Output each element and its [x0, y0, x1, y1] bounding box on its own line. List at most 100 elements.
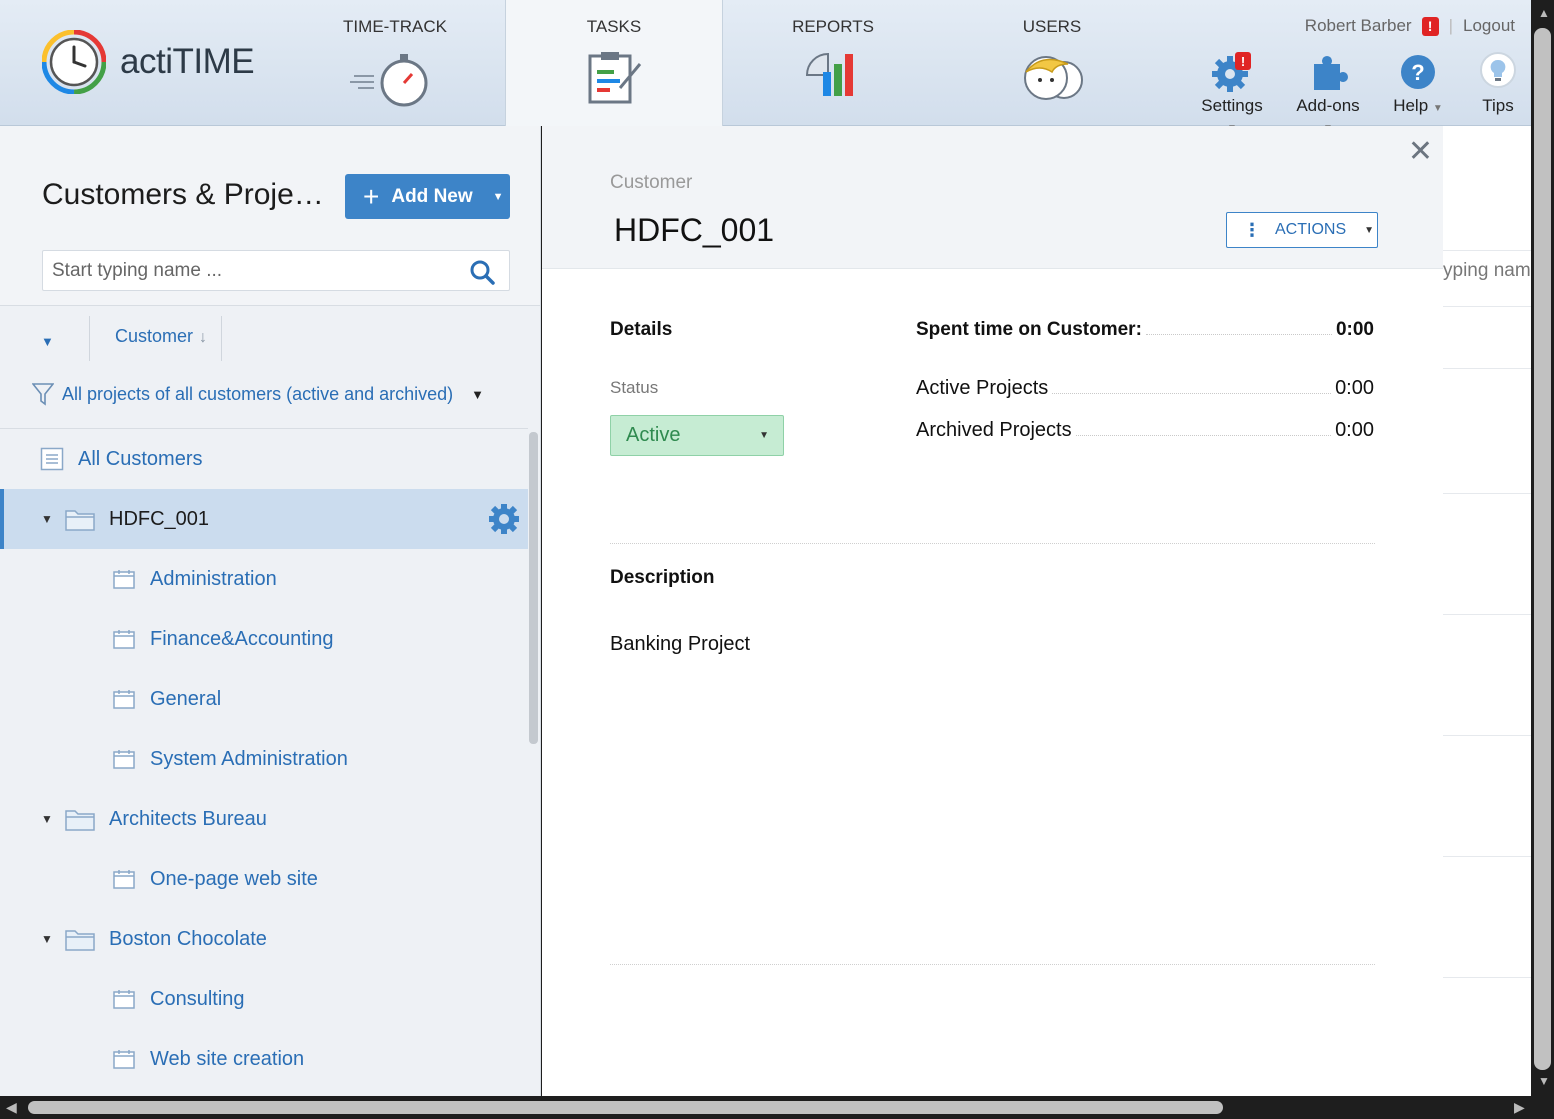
scroll-left-icon[interactable]: ◀	[6, 1099, 17, 1116]
chevron-down-icon: ▼	[1364, 224, 1375, 236]
filter-icon	[32, 383, 54, 406]
project-icon	[113, 990, 135, 1009]
collapse-caret-icon[interactable]: ▼	[41, 812, 53, 826]
tree-scrollbar[interactable]	[529, 432, 538, 744]
tree-item-all-customers[interactable]: All Customers	[0, 429, 528, 489]
spent-time-value: 0:00	[1335, 319, 1374, 340]
archived-projects-label: Archived Projects	[916, 419, 1072, 441]
tree-project-label: Consulting	[150, 987, 245, 1010]
settings-menu[interactable]: ! Settings ▼	[1195, 52, 1269, 136]
actions-button[interactable]: ⋮ ACTIONS ▼	[1226, 212, 1378, 248]
description-text[interactable]: Banking Project	[610, 633, 750, 656]
status-select[interactable]: Active ▼	[610, 415, 784, 456]
actions-label: ACTIONS	[1275, 221, 1347, 238]
chevron-down-icon[interactable]: ▼	[493, 191, 504, 203]
tree-project-label: System Administration	[150, 747, 348, 770]
tree-project-row[interactable]: Finance&Accounting	[0, 609, 528, 669]
horizontal-scroll-thumb[interactable]	[28, 1101, 1223, 1114]
tree-project-row[interactable]: Administration	[0, 549, 528, 609]
tips-button[interactable]: Tips	[1476, 52, 1520, 116]
gear-icon[interactable]	[488, 503, 520, 535]
background-list: yping nam	[1443, 126, 1531, 1096]
active-projects-label: Active Projects	[916, 377, 1049, 399]
tree-project-row[interactable]: System Administration	[0, 729, 528, 789]
dotted-leader	[1145, 334, 1332, 335]
tree-customer-row[interactable]: ▼ Architects Bureau	[0, 789, 528, 849]
customer-name[interactable]: HDFC_001	[614, 212, 774, 249]
stopwatch-icon	[350, 54, 428, 107]
folder-icon	[65, 510, 95, 531]
folder-icon	[65, 810, 95, 831]
collapse-caret-icon[interactable]: ▼	[41, 932, 53, 946]
user-name[interactable]: Robert Barber	[1305, 16, 1412, 36]
dotted-leader	[1075, 435, 1332, 436]
horizontal-scrollbar[interactable]: ◀ ▶	[0, 1096, 1554, 1119]
tree-customer-label: HDFC_001	[109, 507, 210, 530]
status-label: Status	[610, 378, 659, 397]
project-icon	[113, 1050, 135, 1069]
divider	[1443, 614, 1531, 615]
filter-selector[interactable]: All projects of all customers (active an…	[32, 382, 484, 406]
tab-reports[interactable]: REPORTS	[724, 0, 942, 126]
details-heading: Details	[610, 319, 673, 340]
divider	[1443, 368, 1531, 369]
tree-project-row[interactable]: Consulting	[0, 969, 528, 1029]
divider	[1443, 250, 1531, 251]
divider	[1443, 856, 1531, 857]
active-projects-row: Active Projects 0:00	[916, 377, 1374, 400]
search-input[interactable]: Start typing name ...	[42, 250, 510, 291]
tab-reports-label: REPORTS	[792, 17, 874, 36]
tab-time-track-label: TIME-TRACK	[343, 17, 447, 36]
customers-projects-panel: Customers & Proje… + Add New ▼ Start typ…	[0, 126, 541, 1096]
settings-label: Settings	[1201, 96, 1263, 115]
collapse-caret-icon[interactable]: ▼	[41, 512, 53, 526]
sort-by-customer[interactable]: Customer ↓	[115, 326, 207, 347]
tree-project-row[interactable]: General	[0, 669, 528, 729]
project-icon	[113, 630, 135, 649]
add-new-button[interactable]: + Add New ▼	[345, 174, 510, 219]
tree-customer-label: Boston Chocolate	[109, 927, 267, 950]
divider	[1443, 977, 1531, 978]
status-value: Active	[626, 424, 681, 446]
detail-header: ✕ Customer HDFC_001 ⋮ ACTIONS ▼	[542, 126, 1443, 269]
tree-project-row[interactable]: One-page web site	[0, 849, 528, 909]
expand-all-toggle[interactable]: ▼	[41, 334, 54, 349]
tree-project-label: Administration	[150, 567, 277, 590]
tree-project-label: Web site creation	[150, 1047, 305, 1070]
divider	[221, 316, 222, 361]
tab-users[interactable]: USERS	[943, 0, 1161, 126]
vertical-scrollbar[interactable]: ▲ ▼	[1531, 0, 1554, 1096]
tips-label: Tips	[1482, 96, 1514, 115]
divider	[1443, 306, 1531, 307]
addons-menu[interactable]: Add-ons ▼	[1290, 52, 1366, 136]
alert-icon[interactable]: !	[1421, 16, 1439, 36]
tab-tasks[interactable]: TASKS	[505, 0, 723, 126]
logout-link[interactable]: Logout	[1463, 16, 1515, 36]
arrow-down-icon: ↓	[199, 329, 208, 346]
dotted-leader	[1052, 393, 1332, 394]
tree-customer-row[interactable]: ▼ Boston Chocolate	[0, 909, 528, 969]
more-vertical-icon: ⋮	[1243, 220, 1261, 240]
vertical-scroll-thumb[interactable]	[1534, 28, 1551, 1070]
help-menu[interactable]: ? Help ▼	[1393, 52, 1443, 116]
tree-project-row[interactable]: Web site creation	[0, 1029, 528, 1089]
folder-icon	[65, 930, 95, 951]
actitime-logo[interactable]: actiTIME	[42, 30, 255, 94]
scroll-right-icon[interactable]: ▶	[1514, 1099, 1525, 1116]
tree-customer-label: Architects Bureau	[109, 807, 267, 830]
user-area: Robert Barber ! | Logout	[1305, 16, 1515, 36]
customer-tree: All Customers ▼ HDFC_001 Administration	[0, 428, 528, 1096]
scroll-up-icon[interactable]: ▲	[1538, 6, 1550, 20]
tab-time-track[interactable]: TIME-TRACK	[286, 0, 504, 126]
divider	[1443, 493, 1531, 494]
chevron-down-icon: ▼	[1432, 103, 1443, 114]
chart-icon	[805, 52, 853, 96]
puzzle-icon	[1314, 56, 1348, 90]
archived-projects-row: Archived Projects 0:00	[916, 419, 1374, 442]
app-name: actiTIME	[120, 42, 255, 81]
search-icon[interactable]	[469, 259, 495, 285]
clipboard-icon	[588, 52, 642, 104]
tree-customer-row[interactable]: ▼ HDFC_001	[0, 489, 528, 549]
scroll-down-icon[interactable]: ▼	[1538, 1074, 1550, 1088]
close-icon[interactable]: ✕	[1408, 134, 1433, 169]
